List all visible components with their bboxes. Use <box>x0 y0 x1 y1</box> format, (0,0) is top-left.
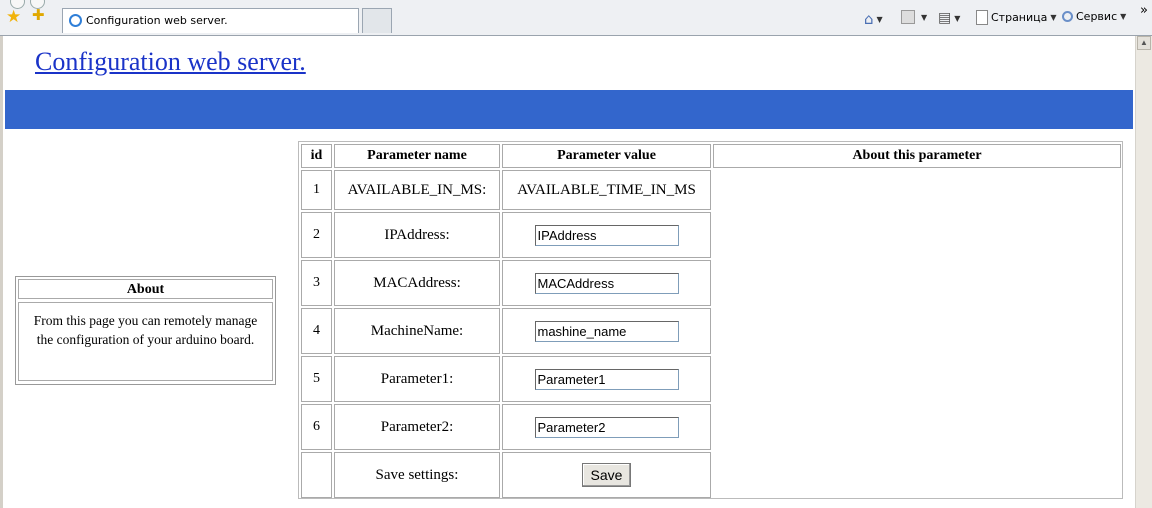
column-header-value: Parameter value <box>502 144 711 168</box>
ie-page-icon <box>69 14 82 27</box>
row-name: Parameter1: <box>334 356 500 402</box>
printer-icon: ▤ <box>938 10 952 26</box>
row-id: 6 <box>301 404 332 450</box>
feed-icon <box>901 10 915 24</box>
column-header-name: Parameter name <box>334 144 500 168</box>
row-value-cell: Parameter2 <box>502 404 711 450</box>
page-menu[interactable]: Страница ▼ <box>976 10 1057 25</box>
tools-menu-label: Сервис <box>1076 10 1118 23</box>
page-icon <box>976 10 988 25</box>
macaddress-input[interactable]: MACAddress <box>534 272 679 294</box>
ipaddress-input[interactable]: IPAddress <box>534 224 679 246</box>
tab-title: Configuration web server. <box>86 14 228 27</box>
row-name: MachineName: <box>334 308 500 354</box>
print-button[interactable]: ▤ ▼ <box>938 10 960 26</box>
row-id: 2 <box>301 212 332 258</box>
row-value-cell: Parameter1 <box>502 356 711 402</box>
add-favorites-icon[interactable]: ✚ <box>32 8 45 25</box>
row-value-cell: mashine_name <box>502 308 711 354</box>
gear-icon <box>1062 11 1073 22</box>
new-tab-button[interactable] <box>362 8 392 33</box>
home-icon: ⌂ <box>864 10 874 28</box>
column-header-id: id <box>301 144 332 168</box>
about-heading: About <box>18 279 273 299</box>
row-name: IPAddress: <box>334 212 500 258</box>
tools-menu[interactable]: Сервис ▼ <box>1062 10 1126 23</box>
tab-active[interactable]: Configuration web server. <box>62 8 359 33</box>
row-id: 5 <box>301 356 332 402</box>
column-header-about: About this parameter <box>713 144 1121 168</box>
scroll-up-arrow-icon[interactable]: ▲ <box>1137 36 1151 50</box>
row-name: Parameter2: <box>334 404 500 450</box>
save-button[interactable]: Save <box>581 463 632 487</box>
row-value-cell: IPAddress <box>502 212 711 258</box>
row-name: AVAILABLE_IN_MS: <box>334 170 500 210</box>
header-banner <box>5 90 1133 129</box>
about-text: From this page you can remotely manage t… <box>18 302 273 381</box>
page-title[interactable]: Configuration web server. <box>35 47 306 77</box>
favorites-star-icon[interactable]: ★ <box>6 8 21 25</box>
about-panel: About From this page you can remotely ma… <box>15 276 276 385</box>
row-value-text: AVAILABLE_TIME_IN_MS <box>502 170 711 210</box>
empty-cell <box>301 452 332 498</box>
window-frame <box>0 36 3 508</box>
parameter2-input[interactable]: Parameter2 <box>534 416 679 438</box>
more-chevron-icon[interactable]: » <box>1140 3 1148 18</box>
save-settings-label: Save settings: <box>334 452 500 498</box>
parameters-table: id Parameter name Parameter value About … <box>298 141 1123 499</box>
row-id: 4 <box>301 308 332 354</box>
row-name: MACAddress: <box>334 260 500 306</box>
browser-toolbar: ★ ✚ Configuration web server. ⌂ ▼ ▼ ▤ ▼ Ст… <box>0 0 1152 36</box>
row-id: 1 <box>301 170 332 210</box>
feeds-button[interactable]: ▼ <box>901 10 927 24</box>
machinename-input[interactable]: mashine_name <box>534 320 679 342</box>
row-value-cell: MACAddress <box>502 260 711 306</box>
vertical-scrollbar[interactable]: ▲ <box>1135 36 1152 508</box>
parameter1-input[interactable]: Parameter1 <box>534 368 679 390</box>
save-cell: Save <box>502 452 711 498</box>
page-menu-label: Страница <box>991 11 1048 24</box>
home-button[interactable]: ⌂ ▼ <box>864 10 883 28</box>
row-id: 3 <box>301 260 332 306</box>
